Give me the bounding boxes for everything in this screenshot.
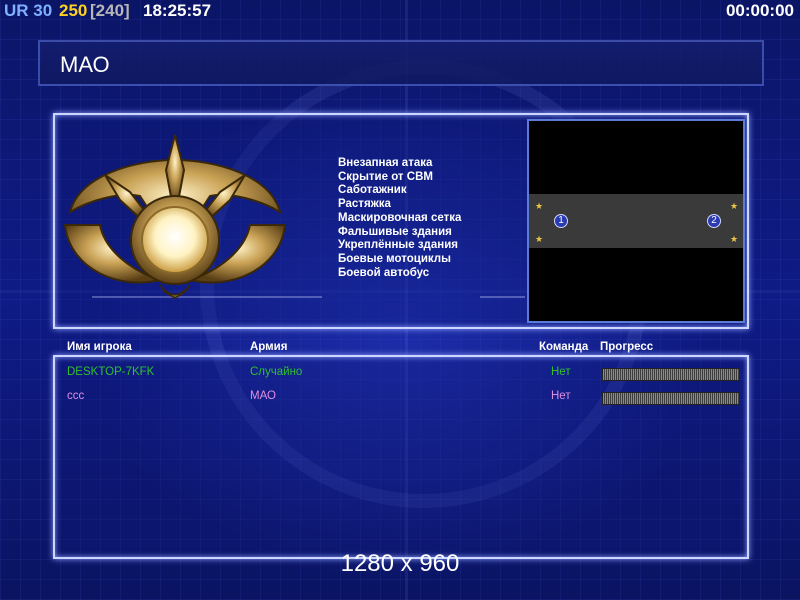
feature-item: Саботажник bbox=[338, 184, 407, 197]
hud-ur-label: UR bbox=[4, 1, 29, 20]
player-team: Нет bbox=[551, 390, 571, 402]
player-progress-bar bbox=[602, 368, 740, 381]
feature-item: Боевые мотоциклы bbox=[338, 252, 451, 265]
top-hud: UR 30 250 [240] 18:25:57 00:00:00 bbox=[0, 0, 800, 22]
map-start-position-1[interactable]: 1 bbox=[554, 214, 568, 228]
map-star-icon: ★ bbox=[730, 201, 739, 211]
column-header-team: Команда bbox=[539, 341, 589, 353]
player-row: ccc МАО Нет bbox=[0, 390, 800, 408]
player-army: Случайно bbox=[250, 366, 303, 378]
column-header-army: Армия bbox=[250, 341, 288, 353]
resolution-label: 1280 x 960 bbox=[340, 550, 460, 577]
faction-emblem-icon bbox=[63, 134, 287, 299]
feature-item: Внезапная атака bbox=[338, 157, 433, 169]
map-preview: ★ ★ ★ ★ 1 2 bbox=[527, 119, 745, 323]
title-bar: МАО bbox=[38, 40, 764, 86]
column-header-progress: Прогресс bbox=[600, 341, 654, 353]
progress-fill bbox=[603, 393, 739, 404]
map-star-icon: ★ bbox=[535, 201, 544, 211]
map-star-icon: ★ bbox=[535, 234, 544, 244]
player-name: ccc bbox=[67, 390, 85, 402]
screen-title: МАО bbox=[60, 52, 110, 77]
progress-fill bbox=[603, 369, 739, 380]
hud-ur-value: 30 bbox=[33, 1, 53, 20]
decorative-line-right bbox=[480, 296, 525, 298]
hud-money-cap: [240] bbox=[90, 1, 130, 20]
feature-item: Укреплённые здания bbox=[338, 239, 458, 252]
hud-ur: UR 30 bbox=[4, 1, 52, 21]
hud-clock: 18:25:57 bbox=[143, 1, 212, 20]
map-star-icon: ★ bbox=[730, 234, 739, 244]
feature-item: Скрытие от СВМ bbox=[338, 170, 433, 183]
player-team: Нет bbox=[551, 366, 571, 378]
players-panel bbox=[53, 355, 749, 559]
player-progress-bar bbox=[602, 392, 740, 405]
player-name: DESKTOP-7KFK bbox=[67, 366, 155, 378]
feature-item: Фальшивые здания bbox=[338, 225, 452, 238]
column-header-player: Имя игрока bbox=[67, 341, 132, 353]
faction-feature-list: Внезапная атака Скрытие от СВМ Саботажни… bbox=[338, 157, 461, 280]
hud-money: 250 bbox=[59, 1, 88, 20]
map-start-position-2[interactable]: 2 bbox=[707, 214, 721, 228]
player-row: DESKTOP-7KFK Случайно Нет bbox=[0, 366, 800, 384]
feature-item: Растяжка bbox=[338, 198, 391, 211]
feature-item: Маскировочная сетка bbox=[338, 211, 462, 224]
player-army: МАО bbox=[250, 390, 276, 402]
feature-item: Боевой автобус bbox=[338, 266, 430, 279]
hud-timer: 00:00:00 bbox=[725, 1, 794, 20]
